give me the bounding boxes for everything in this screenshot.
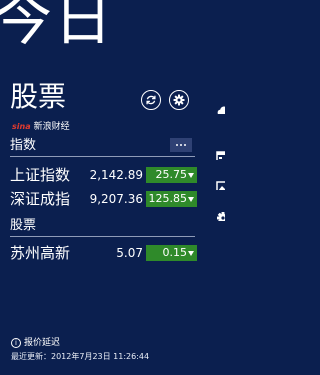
stocks-section-header: 股票 — [10, 218, 37, 233]
change-value: 125.85 — [148, 192, 188, 205]
change-value: 25.75 — [155, 168, 188, 181]
sina-finance-logo: sina 新浪财经 — [12, 121, 70, 133]
photo-icon[interactable] — [216, 178, 225, 190]
hero-title: 今日 — [0, 0, 115, 53]
more-button[interactable] — [170, 138, 192, 152]
last-updated-text: 最近更新：2012年7月23日 11:26:44 — [11, 352, 150, 361]
stocks-panel: 今日 股票 sina 新浪财经 指数 上证指数 2,142.89 25.75 深… — [0, 0, 225, 375]
refresh-icon — [146, 95, 156, 105]
down-triangle-icon — [188, 173, 194, 178]
row-price: 2,142.89 — [89, 168, 143, 182]
settings-gear-icon[interactable] — [216, 209, 225, 221]
refresh-button[interactable] — [141, 90, 161, 110]
index-section-header: 指数 — [10, 138, 37, 153]
calendar-icon[interactable] — [216, 148, 225, 160]
sina-wordmark: sina — [12, 122, 31, 131]
change-badge: 0.15 — [146, 245, 197, 261]
index-row-shenzhen[interactable]: 深证成指 9,207.36 125.85 — [10, 189, 200, 209]
more-dots-icon — [176, 144, 178, 146]
page-title: 股票 — [10, 80, 67, 113]
down-triangle-icon — [188, 197, 194, 202]
row-name: 苏州高新 — [10, 244, 71, 262]
change-value: 0.15 — [162, 246, 188, 259]
cloud-icon[interactable] — [216, 102, 225, 114]
quote-delay-text: 报价延迟 — [24, 338, 61, 348]
row-price: 5.07 — [116, 246, 143, 260]
row-name: 深证成指 — [10, 190, 71, 208]
stock-row-suzhou-gaoxin[interactable]: 苏州高新 5.07 0.15 — [10, 243, 200, 263]
quote-delay-note: i 报价延迟 — [11, 337, 60, 349]
change-badge: 125.85 — [146, 191, 197, 207]
gear-icon — [173, 94, 185, 106]
settings-button[interactable] — [169, 90, 189, 110]
row-price: 9,207.36 — [89, 192, 143, 206]
row-name: 上证指数 — [10, 166, 71, 184]
info-icon: i — [11, 338, 21, 348]
change-badge: 25.75 — [146, 167, 197, 183]
index-row-shanghai[interactable]: 上证指数 2,142.89 25.75 — [10, 165, 200, 185]
section-divider — [10, 236, 195, 237]
down-triangle-icon — [188, 251, 194, 256]
brand-name: 新浪财经 — [33, 122, 70, 132]
section-divider — [10, 156, 195, 157]
